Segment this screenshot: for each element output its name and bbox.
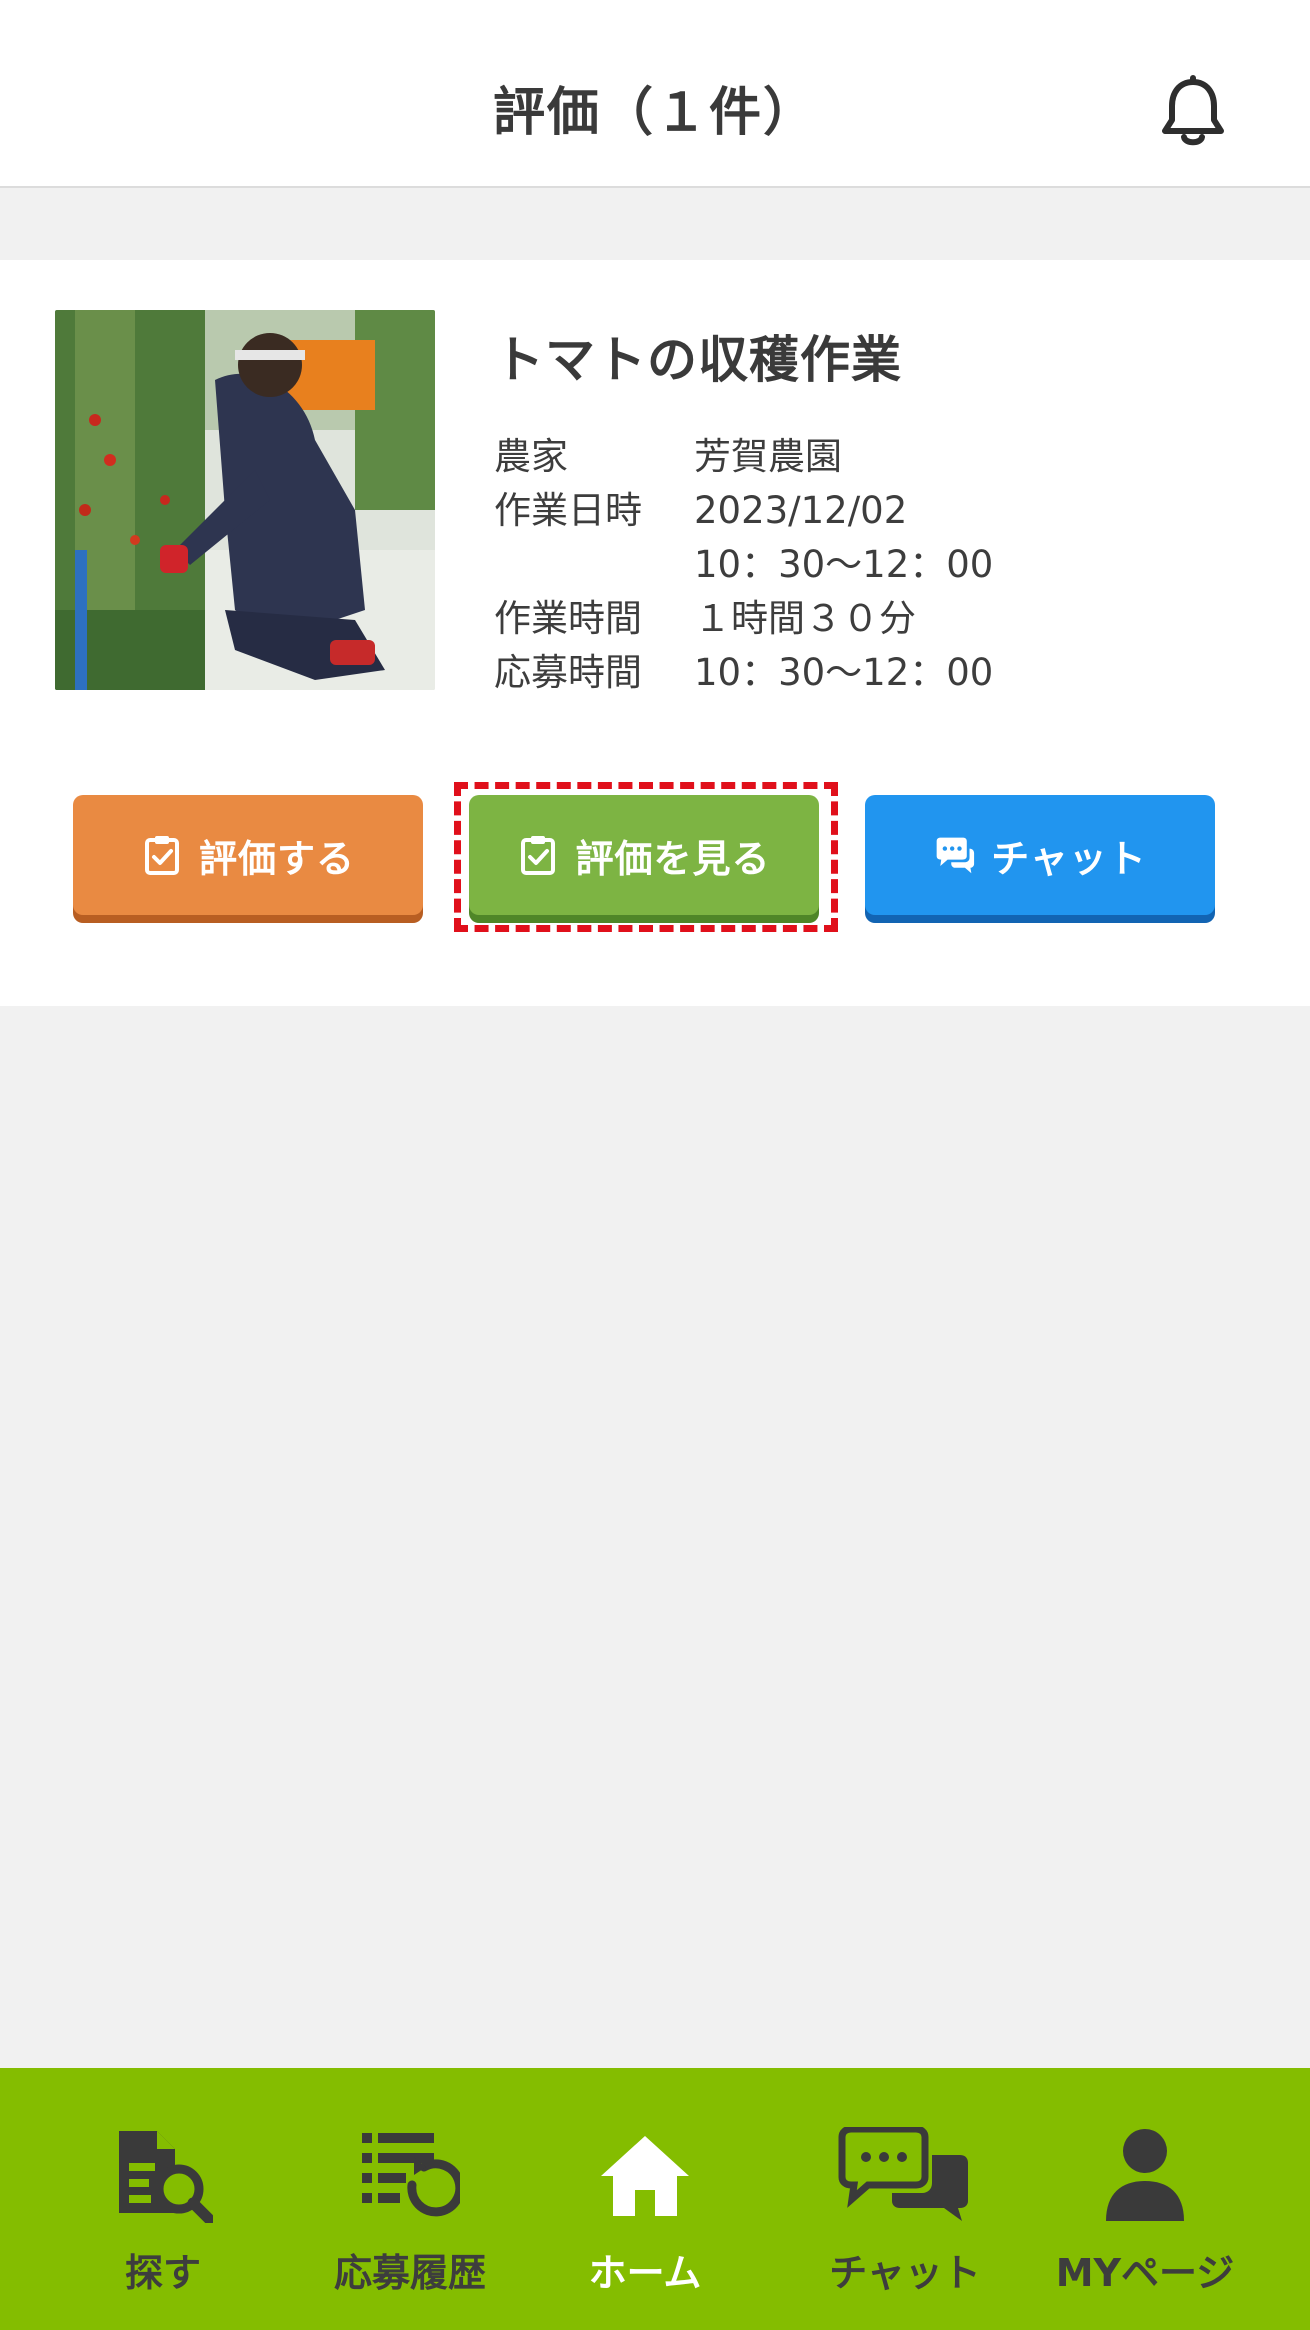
detail-value: １時間３０分: [694, 597, 916, 640]
job-card[interactable]: トマトの収穫作業 農家 芳賀農園 作業日時 2023/12/02 10：30〜1…: [0, 260, 1310, 1006]
detail-row-datetime: 作業日時 2023/12/02 10：30〜12：00: [494, 484, 993, 592]
chat-bubbles-icon: [838, 2127, 968, 2221]
nav-label: チャット: [829, 2251, 981, 2295]
job-title: トマトの収穫作業: [494, 331, 902, 389]
nav-item-mypage[interactable]: MYページ: [1050, 2068, 1240, 2330]
detail-value: 10：30〜12：00: [694, 651, 994, 694]
detail-label: 作業日時: [494, 489, 642, 532]
work-time-range: 10：30〜12：00: [694, 543, 994, 586]
history-list-icon: [362, 2133, 460, 2217]
nav-item-home[interactable]: ホーム: [560, 2068, 730, 2330]
detail-row-farm: 農家 芳賀農園: [494, 430, 993, 484]
nav-label: MYページ: [1055, 2251, 1235, 2295]
nav-label: ホーム: [588, 2251, 702, 2295]
work-date: 2023/12/02: [694, 489, 908, 532]
page-title: 評価（１件）: [492, 83, 817, 143]
detail-label: 応募時間: [494, 651, 642, 694]
detail-label: 作業時間: [494, 597, 642, 640]
chat-button-label: チャット: [991, 836, 1147, 881]
nav-item-search[interactable]: 探す: [78, 2068, 248, 2330]
nav-label: 探す: [124, 2251, 201, 2295]
bell-icon[interactable]: [1158, 74, 1228, 150]
nav-item-history[interactable]: 応募履歴: [325, 2068, 495, 2330]
detail-value: 芳賀農園: [694, 435, 842, 478]
clipboard-check-icon: [144, 836, 179, 875]
evaluate-button-label: 評価する: [198, 836, 355, 881]
detail-row-apply-time: 応募時間 10：30〜12：00: [494, 646, 993, 700]
view-evaluation-button[interactable]: 評価を見る: [469, 795, 819, 915]
nav-label: 応募履歴: [333, 2251, 486, 2295]
tomato-harvest-photo: [55, 310, 435, 690]
job-photo: [55, 310, 435, 690]
chat-icon: [936, 837, 975, 874]
bottom-nav: 探す 応募履歴 ホーム チャット MYページ: [0, 2068, 1310, 2330]
app-root: 評価（１件） トマトの収穫作業 農家 芳賀農園 作業日時 2023/12/02 …: [0, 0, 1310, 2330]
detail-label: 農家: [494, 435, 568, 478]
clipboard-check-icon: [521, 836, 556, 875]
view-evaluation-button-label: 評価を見る: [575, 836, 771, 881]
home-icon: [601, 2136, 689, 2216]
evaluate-button[interactable]: 評価する: [73, 795, 423, 915]
search-document-icon: [119, 2131, 213, 2223]
nav-item-chat[interactable]: チャット: [815, 2068, 995, 2330]
detail-row-duration: 作業時間 １時間３０分: [494, 592, 993, 646]
detail-value: 2023/12/02 10：30〜12：00: [694, 484, 993, 592]
chat-button[interactable]: チャット: [865, 795, 1215, 915]
app-header: 評価（１件）: [0, 0, 1310, 188]
user-icon: [1106, 2129, 1184, 2221]
job-details: 農家 芳賀農園 作業日時 2023/12/02 10：30〜12：00 作業時間…: [494, 430, 993, 700]
